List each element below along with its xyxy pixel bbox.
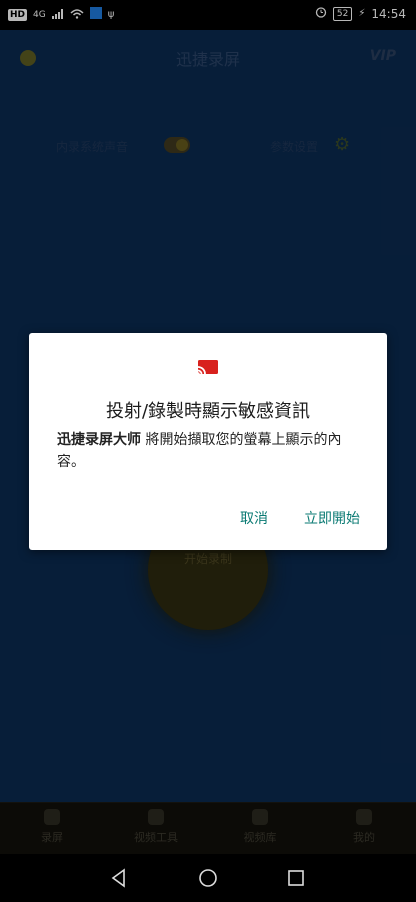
nav-item-video-library[interactable]: 视频库 (220, 809, 300, 845)
cast-icon (197, 359, 219, 375)
start-now-button[interactable]: 立即開始 (304, 508, 360, 528)
internal-audio-toggle[interactable] (164, 137, 190, 153)
person-icon (356, 809, 372, 825)
record-icon (44, 809, 60, 825)
nav-label: 视频库 (243, 831, 277, 844)
status-left: HD 4G ψ (8, 7, 114, 22)
grid-icon (148, 809, 164, 825)
usb-icon: ψ (107, 9, 115, 20)
gear-icon[interactable]: ⚙ (334, 136, 352, 154)
cancel-button[interactable]: 取消 (240, 508, 268, 528)
record-label: 开始录制 (183, 552, 232, 566)
status-bar: HD 4G ψ 52 ⚡ 14:54 (0, 0, 416, 30)
recents-icon[interactable] (284, 866, 308, 890)
charging-icon: ⚡ (358, 8, 366, 19)
dialog-message: 迅捷录屏大师 將開始擷取您的螢幕上顯示的內容。 (57, 429, 357, 473)
home-icon[interactable] (196, 866, 220, 890)
bottom-nav: 录屏 视频工具 视频库 我的 (0, 802, 416, 855)
params-label[interactable]: 参数设置 (270, 138, 318, 155)
nav-label: 录屏 (41, 831, 63, 844)
status-right: 52 ⚡ 14:54 (315, 6, 406, 21)
battery-level: 52 (332, 6, 353, 21)
clock: 14:54 (371, 6, 406, 21)
screen-cast-icon (89, 7, 102, 22)
app-name: 迅捷录屏大师 (57, 432, 141, 448)
folder-icon (252, 809, 268, 825)
alarm-icon (315, 6, 327, 21)
wifi-icon (70, 8, 84, 22)
dialog-title: 投射/錄製時顯示敏感資訊 (105, 401, 311, 422)
vip-badge[interactable]: VIP (370, 48, 396, 64)
nav-item-record[interactable]: 录屏 (12, 809, 92, 845)
hd-badge: HD (8, 8, 28, 21)
app-header: 迅捷录屏 VIP (0, 30, 416, 82)
nav-label: 我的 (353, 831, 375, 844)
audio-settings-row: 内录系统声音 参数设置 ⚙ (0, 134, 416, 158)
nav-label: 视频工具 (134, 831, 178, 844)
signal-icon (51, 8, 64, 22)
screen-capture-dialog: 投射/錄製時顯示敏感資訊 迅捷录屏大师 將開始擷取您的螢幕上顯示的內容。 取消 … (29, 333, 387, 550)
system-nav-bar (0, 854, 416, 902)
nav-item-video-tools[interactable]: 视频工具 (116, 809, 196, 845)
back-icon[interactable] (107, 866, 131, 890)
nav-item-me[interactable]: 我的 (324, 809, 404, 845)
internal-audio-label: 内录系统声音 (56, 140, 129, 154)
signal-label: 4G (33, 9, 46, 20)
app-title: 迅捷录屏 (175, 50, 240, 69)
